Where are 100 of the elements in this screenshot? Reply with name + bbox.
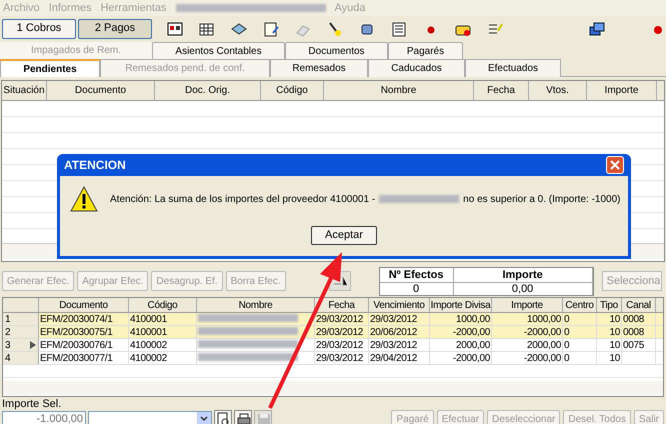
table-cell: EFM/20030075/1 <box>40 327 113 338</box>
table-cell: EFM/20030077/1 <box>40 353 113 364</box>
column-header: Vencimiento <box>369 298 430 312</box>
table-cell: 4100001 <box>130 314 167 325</box>
windows-icon[interactable] <box>588 20 606 36</box>
dropdown-field[interactable] <box>88 411 212 424</box>
warning-icon <box>70 186 98 212</box>
mode-button[interactable]: 1 Cobros <box>2 18 76 38</box>
column-header: Documento <box>47 81 155 100</box>
table-cell: 20/06/2012 <box>370 327 418 338</box>
summary-header: Importe <box>454 268 593 282</box>
column-header: Importe <box>587 81 657 100</box>
column-header: Centro <box>563 298 597 312</box>
table-cell: 29/03/2012 <box>370 314 418 325</box>
footer-button[interactable]: Deseleccionar <box>486 410 560 424</box>
tab[interactable]: Pagarés <box>388 42 463 59</box>
footer-button[interactable]: Salir <box>634 410 664 424</box>
footer-button[interactable]: Efectuar <box>436 410 484 424</box>
close-icon <box>610 160 620 170</box>
preview-icon[interactable] <box>214 410 232 424</box>
tab[interactable]: Remesados <box>270 59 368 77</box>
table-cell: 0 <box>564 340 570 351</box>
table-cell: 0 <box>564 327 570 338</box>
table-cell: 10 <box>609 327 620 338</box>
table-cell: 4100002 <box>130 353 167 364</box>
table-cell: 10 <box>609 353 620 364</box>
table-cell: 0008 <box>623 327 644 338</box>
row-number: 3 <box>5 339 11 351</box>
row-number: 2 <box>5 326 11 338</box>
mode-button[interactable]: 2 Pagos <box>78 18 152 38</box>
row-number: 1 <box>5 313 11 325</box>
table-cell: 29/03/2012 <box>316 340 364 351</box>
chevron-down-icon <box>197 412 211 424</box>
amount-field[interactable]: -1.000,00 <box>2 411 86 424</box>
table-cell: 2000,00 <box>526 340 561 351</box>
table-icon[interactable] <box>198 20 216 36</box>
table-cell: 10 <box>609 314 620 325</box>
field-label: Importe Sel. <box>2 398 62 410</box>
table-cell: 4100001 <box>130 327 167 338</box>
table-cell: 29/03/2012 <box>316 353 364 364</box>
printer-icon[interactable] <box>234 410 252 424</box>
action-button[interactable]: Desagrup. Ef. <box>151 271 223 291</box>
dialog-title: ATENCION <box>64 157 126 174</box>
accept-button[interactable]: Aceptar <box>311 226 377 245</box>
table-cell: 0075 <box>623 340 644 351</box>
table-cell: 1000,00 <box>456 314 490 325</box>
column-header: Importe Divisa <box>430 298 492 312</box>
table-cell: -2000,00 <box>524 327 561 338</box>
table-row[interactable]: 4 EFM/20030077/1 4100002 29/03/2012 29/04/2012 -2000,00 -2000,00 0 10 <box>3 352 663 365</box>
column-header: Fecha <box>315 298 369 312</box>
menu-item[interactable]: Ayuda <box>334 0 366 16</box>
table-cell: 0 <box>564 353 570 364</box>
close-button[interactable] <box>606 156 624 174</box>
dialog-message: Atención: La suma de los importes del proveedor 4100001 - no es superior a 0. (Importe: -1000) <box>110 192 620 206</box>
column-header: Tipo <box>597 298 622 312</box>
column-header: Canal <box>622 298 656 312</box>
table-row[interactable]: 2 EFM/20030075/1 4100001 29/03/2012 20/06/2012 -2000,00 -2000,00 0 10 0008 <box>3 326 663 339</box>
footer-button[interactable]: Pagaré <box>391 410 434 424</box>
table-row[interactable]: 1 EFM/20030074/1 4100001 29/03/2012 29/03/2012 1000,00 1000,00 0 10 0008 <box>3 313 663 326</box>
table-cell: 0008 <box>623 314 644 325</box>
column-header: Vtos. <box>529 81 587 100</box>
scrollbar[interactable] <box>3 381 663 395</box>
menu-item[interactable]: Informes <box>48 0 92 16</box>
summary-value: 0 <box>380 282 454 294</box>
table-cell: 0 <box>564 314 570 325</box>
table-cell: 10 <box>609 340 620 351</box>
select-button[interactable]: Selecciona <box>602 271 662 291</box>
tab[interactable]: Caducados <box>368 59 465 77</box>
checklist-icon[interactable] <box>486 20 504 36</box>
action-button[interactable]: Agrupar Efec. <box>77 271 148 291</box>
table-cell: 29/03/2012 <box>316 314 364 325</box>
table-cell: -2000,00 <box>452 327 490 338</box>
footer-button[interactable]: Desel. Todos <box>563 410 631 424</box>
column-header: Nombre <box>324 81 474 100</box>
column-header: Situación <box>2 81 47 100</box>
tab[interactable]: Documentos <box>285 42 388 59</box>
menu-item[interactable]: Archivo <box>3 0 40 16</box>
table-cell: -2000,00 <box>452 353 490 364</box>
table-cell: 29/03/2012 <box>370 340 418 351</box>
list-icon[interactable] <box>390 20 408 36</box>
action-button[interactable]: Generar Efec. <box>2 271 74 291</box>
tab[interactable]: Pendientes <box>0 59 100 77</box>
table-cell: 2000,00 <box>456 340 490 351</box>
table-cell: 1000,00 <box>526 314 561 325</box>
table-cell: EFM/20030076/1 <box>40 340 113 351</box>
table-row[interactable]: 3 EFM/20030076/1 4100002 29/03/2012 29/03/2012 2000,00 2000,00 0 10 0075 <box>3 339 663 352</box>
menu-item[interactable]: Herramientas <box>100 0 167 16</box>
column-header: Importe <box>492 298 563 312</box>
tab[interactable]: Asientos Contables <box>152 42 285 59</box>
row-number: 4 <box>5 352 11 364</box>
tab[interactable]: Efectuados <box>465 59 561 77</box>
summary-value: 0,00 <box>454 282 593 294</box>
table-cell: 29/04/2012 <box>370 353 418 364</box>
table-cell: 29/03/2012 <box>316 327 364 338</box>
table-cell: EFM/20030074/1 <box>40 314 113 325</box>
column-header: Documento <box>39 298 129 312</box>
notepad-icon[interactable] <box>262 20 280 36</box>
column-header: Código <box>261 81 324 100</box>
action-button[interactable]: Borra Efec. <box>226 271 286 291</box>
column-header: Código <box>129 298 197 312</box>
